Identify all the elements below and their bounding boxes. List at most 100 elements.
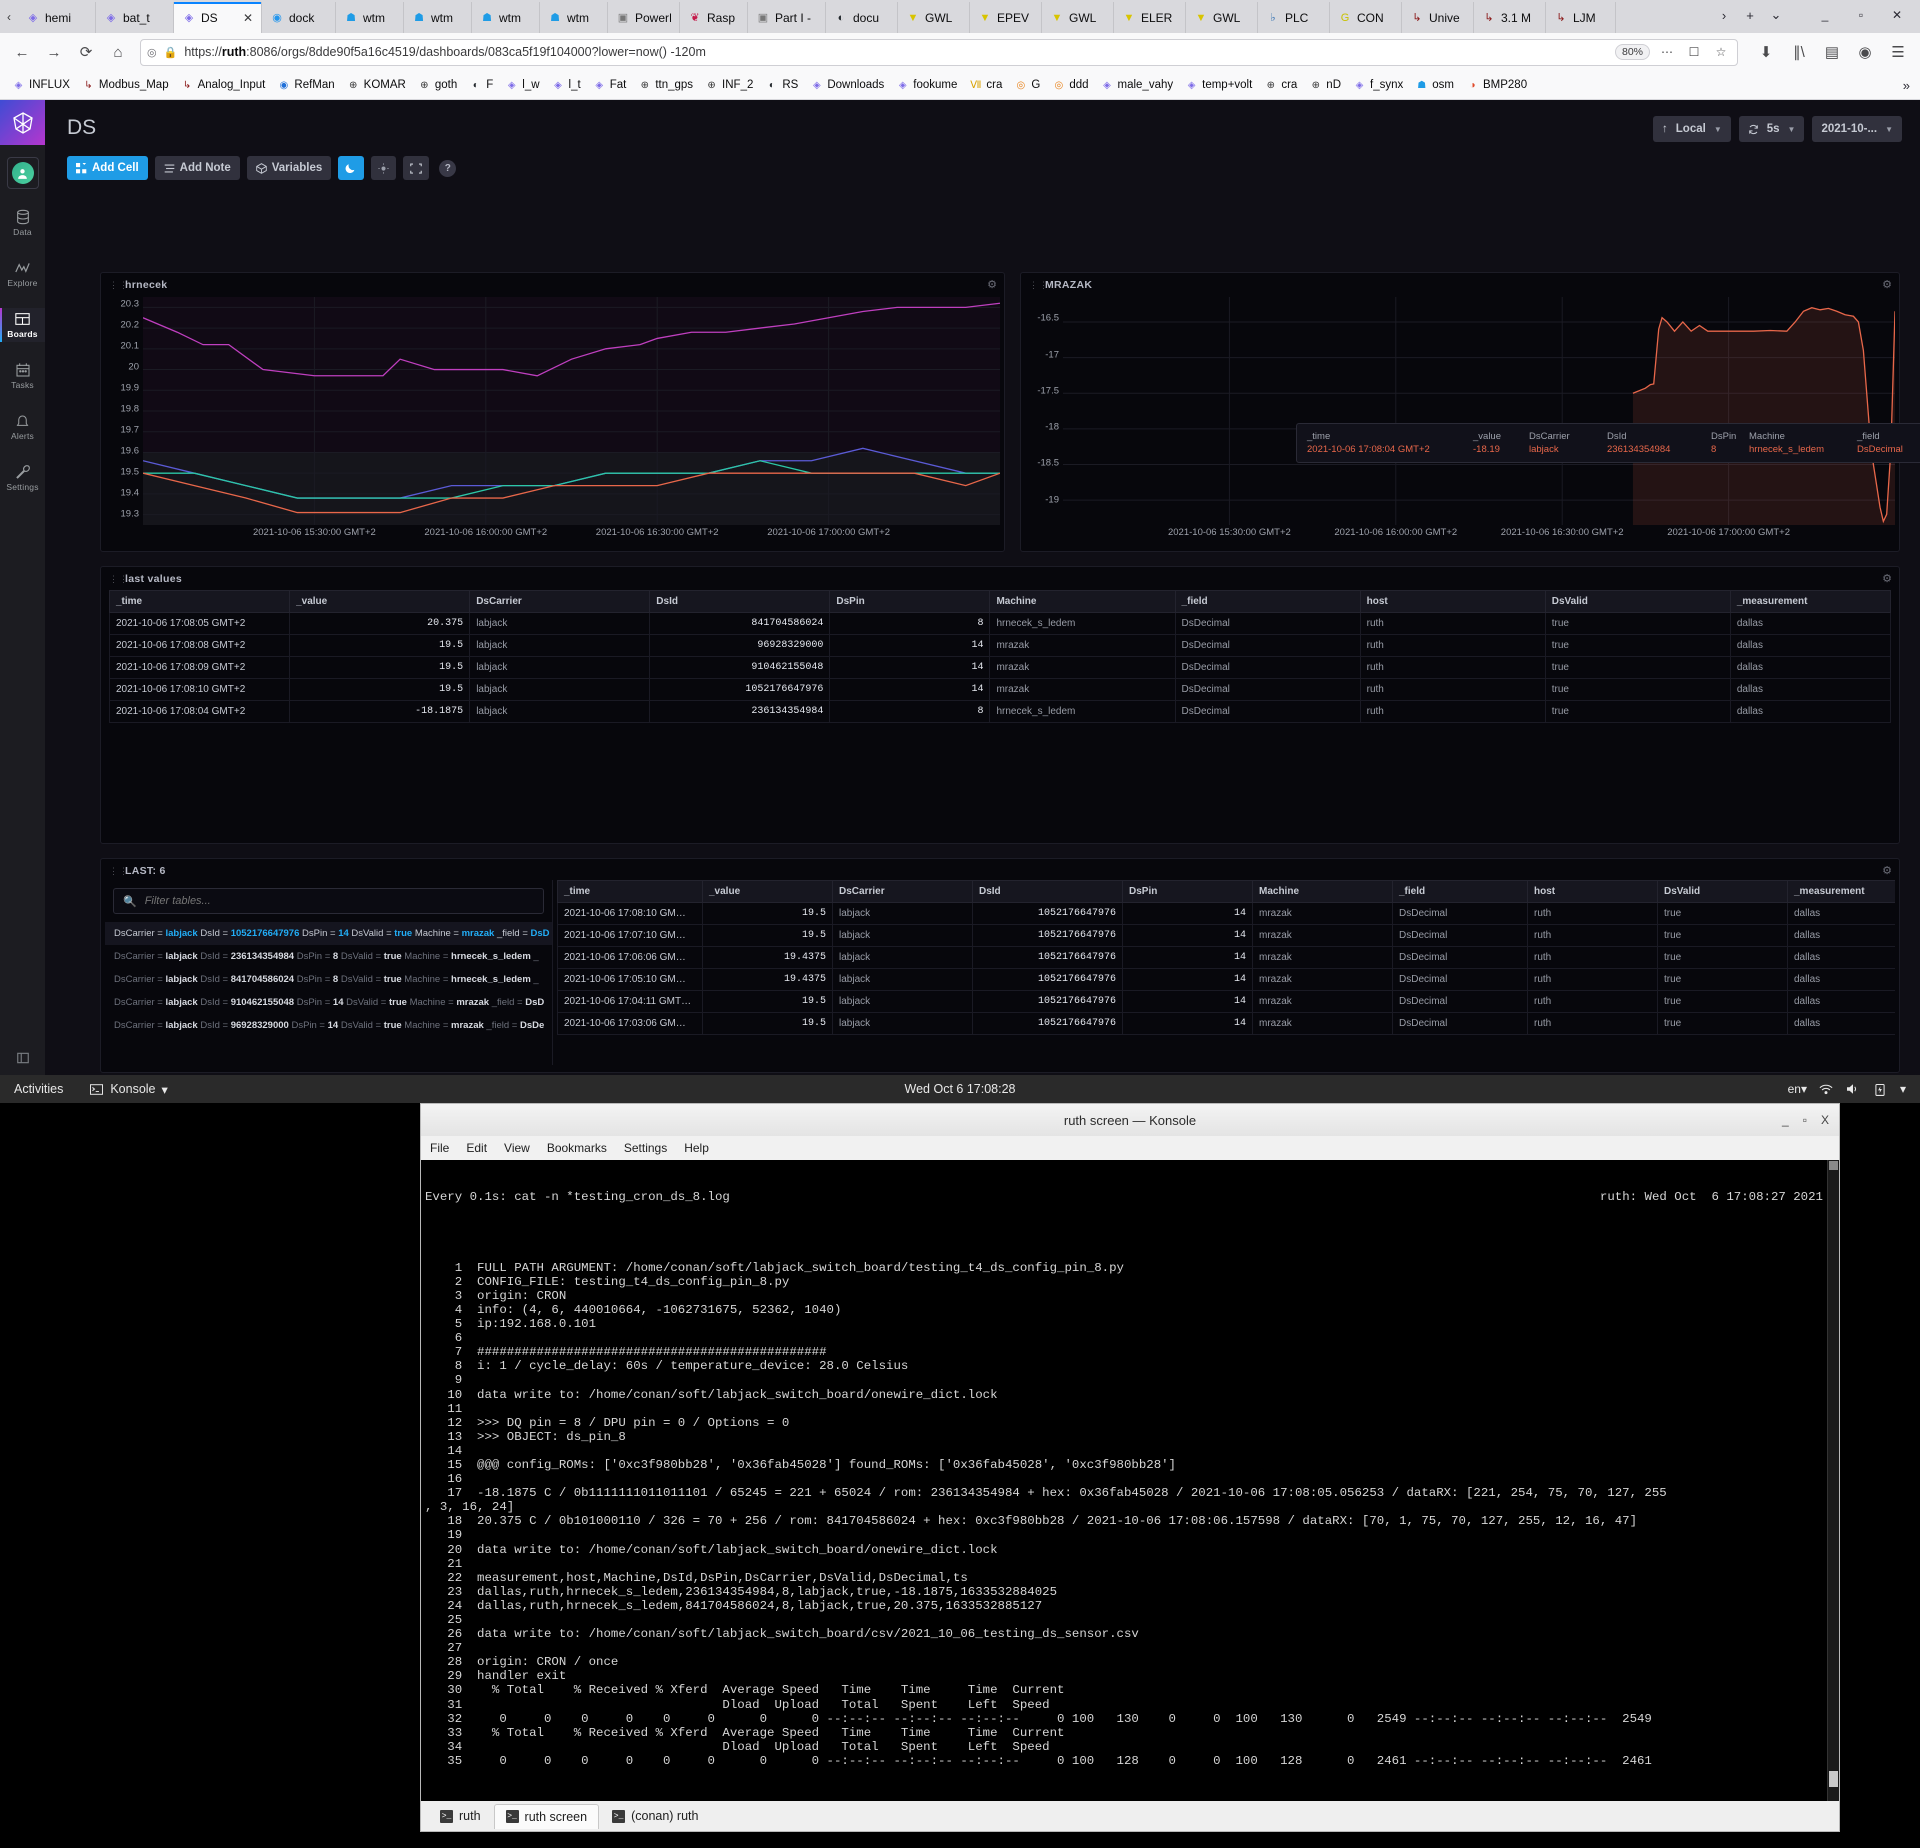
back-icon[interactable]: ←	[8, 38, 36, 66]
new-tab-button[interactable]: +	[1738, 3, 1762, 27]
browser-tab[interactable]: ☗ wtm	[404, 2, 472, 33]
browser-tab[interactable]: ▼ GWL	[1186, 2, 1258, 33]
table-group-item[interactable]: DsCarrier = labjack DsId = 236134354984 …	[105, 945, 552, 968]
browser-tab[interactable]: ♭ PLC	[1258, 2, 1330, 33]
bookmark-star-icon[interactable]: ☆	[1711, 45, 1731, 59]
column-header[interactable]: DsPin	[1122, 880, 1253, 903]
browser-tab[interactable]: ◈ DS ✕	[174, 2, 262, 33]
reader-mode-icon[interactable]: ☐	[1684, 45, 1704, 59]
window-close-button[interactable]: X	[1821, 1113, 1829, 1127]
drag-handle-icon[interactable]: ⋮⋮	[109, 574, 128, 583]
column-header[interactable]: DsValid	[1657, 880, 1788, 903]
gear-icon[interactable]: ⚙	[1882, 278, 1892, 291]
menu-edit[interactable]: Edit	[466, 1141, 487, 1155]
bookmark-item[interactable]: ◈ Fat	[588, 77, 632, 94]
table-group-item[interactable]: DsCarrier = labjack DsId = 96928329000 D…	[105, 1014, 552, 1037]
downloads-icon[interactable]: ⬇	[1752, 38, 1780, 66]
presentation-mode-button[interactable]	[403, 156, 430, 180]
dark-mode-toggle[interactable]	[338, 156, 365, 180]
bookmark-item[interactable]: ⊕ goth	[413, 77, 462, 94]
sidebar-item-data[interactable]: Data	[0, 206, 45, 240]
browser-tab[interactable]: ↳ Unive	[1402, 2, 1474, 33]
bookmark-item[interactable]: ◈ fookume	[891, 77, 962, 94]
browser-tab[interactable]: ▼ ELER	[1114, 2, 1186, 33]
column-header[interactable]: DsId	[972, 880, 1123, 903]
gear-icon[interactable]: ⚙	[987, 278, 997, 291]
account-icon[interactable]: ◉	[1851, 38, 1879, 66]
sidebar-item-explore[interactable]: Explore	[0, 257, 45, 291]
bookmark-item[interactable]: ◈ Downloads	[805, 77, 889, 94]
drag-handle-icon[interactable]: ⋮⋮	[109, 866, 128, 875]
battery-icon[interactable]	[1873, 1083, 1888, 1096]
browser-tab[interactable]: ◈ bat_t	[96, 2, 174, 33]
menu-help[interactable]: Help	[684, 1141, 709, 1155]
bookmark-item[interactable]: ◈ l_t	[547, 77, 586, 94]
column-header[interactable]: host	[1359, 590, 1546, 613]
refresh-interval-selector[interactable]: 5s ▼	[1738, 116, 1805, 142]
bookmark-item[interactable]: ◈ INFLUX	[7, 77, 75, 94]
app-menu-icon[interactable]: ☰	[1884, 38, 1912, 66]
table-group-item[interactable]: DsCarrier = labjack DsId = 910462155048 …	[105, 991, 552, 1014]
graph-mrazak[interactable]: -16.5 -17 -17.5 -18 -18.5 -19 2021-10-06 15:3…	[1021, 293, 1920, 543]
column-header[interactable]: Machine	[1252, 880, 1393, 903]
avatar[interactable]	[6, 157, 39, 189]
bookmark-item[interactable]: ◉ RefMan	[272, 77, 339, 94]
light-mode-toggle[interactable]	[371, 156, 397, 180]
window-minimize-button[interactable]: _	[1782, 1113, 1789, 1127]
sidebar-item-boards[interactable]: Boards	[0, 308, 45, 342]
browser-tab[interactable]: ▣ Part I -	[748, 2, 826, 33]
add-cell-button[interactable]: Add Cell	[67, 156, 148, 180]
address-bar[interactable]: ◎ 🔒 https://ruth:8086/orgs/8dde90f5a16c4…	[140, 38, 1738, 66]
bookmark-item[interactable]: ◐ F	[464, 77, 498, 94]
page-actions-icon[interactable]: ⋯	[1657, 45, 1677, 59]
browser-tab[interactable]: ☗ wtm	[336, 2, 404, 33]
browser-tab[interactable]: ◈ hemi	[18, 2, 96, 33]
home-icon[interactable]: ⌂	[104, 38, 132, 66]
column-header[interactable]: host	[1527, 880, 1658, 903]
browser-tab[interactable]: ↳ 3.1 M	[1474, 2, 1546, 33]
column-header[interactable]: _value	[702, 880, 833, 903]
bookmark-item[interactable]: ⊕ INF_2	[700, 77, 758, 94]
column-header[interactable]: _time	[557, 880, 703, 903]
bookmark-item[interactable]: ↳ Analog_Input	[176, 77, 271, 94]
bookmark-item[interactable]: ⊕ ttn_gps	[633, 77, 698, 94]
time-range-selector[interactable]: 2021-10-... ▼	[1812, 116, 1902, 142]
column-header[interactable]: DsValid	[1544, 590, 1731, 613]
browser-tab[interactable]: ◉ dock	[262, 2, 336, 33]
window-minimize-button[interactable]: _	[1808, 0, 1842, 30]
konsole-app-menu[interactable]: Konsole ▾	[89, 1082, 168, 1097]
browser-tab[interactable]: ☗ wtm	[472, 2, 540, 33]
influx-logo-icon[interactable]	[0, 100, 45, 145]
tray-chevron-icon[interactable]: ▾	[1900, 1082, 1906, 1096]
sidebar-item-alerts[interactable]: Alerts	[0, 410, 45, 444]
help-icon[interactable]: ?	[439, 159, 457, 177]
filter-tables-input[interactable]	[144, 895, 534, 907]
gear-icon[interactable]: ⚙	[1882, 572, 1892, 585]
close-tab-icon[interactable]: ✕	[241, 11, 253, 25]
bookmark-item[interactable]: ◐ RS	[760, 77, 803, 94]
zoom-level-badge[interactable]: 80%	[1614, 44, 1650, 60]
wifi-icon[interactable]	[1819, 1083, 1834, 1096]
konsole-tab[interactable]: >_ (conan) ruth	[601, 1804, 709, 1828]
bookmark-item[interactable]: ◈ f_synx	[1348, 77, 1408, 94]
browser-tab[interactable]: ▣ PowerP	[608, 2, 680, 33]
window-maximize-button[interactable]: ▫	[1844, 0, 1878, 30]
add-note-button[interactable]: Add Note	[154, 156, 240, 180]
column-header[interactable]: DsCarrier	[832, 880, 973, 903]
menu-settings[interactable]: Settings	[624, 1141, 667, 1155]
nav-collapse-icon[interactable]	[0, 1051, 45, 1065]
tab-scroll-right-icon[interactable]: ›	[1712, 3, 1736, 27]
bookmark-item[interactable]: ◎ ddd	[1047, 77, 1093, 94]
browser-tab[interactable]: ◐ docu	[826, 2, 898, 33]
bookmark-item[interactable]: ◈ temp+volt	[1180, 77, 1257, 94]
column-header[interactable]: _field	[1174, 590, 1361, 613]
library-icon[interactable]: ∥\	[1785, 38, 1813, 66]
sidebar-item-settings[interactable]: Settings	[0, 461, 45, 495]
activities-button[interactable]: Activities	[14, 1082, 63, 1096]
keyboard-layout[interactable]: en▾	[1788, 1082, 1807, 1096]
bookmarks-overflow-icon[interactable]: »	[1903, 78, 1913, 93]
browser-tab[interactable]: ▼ EPEV	[970, 2, 1042, 33]
browser-tab[interactable]: ❦ Rasp	[680, 2, 748, 33]
column-header[interactable]: DsCarrier	[469, 590, 651, 613]
konsole-tab[interactable]: >_ ruth	[429, 1804, 492, 1828]
